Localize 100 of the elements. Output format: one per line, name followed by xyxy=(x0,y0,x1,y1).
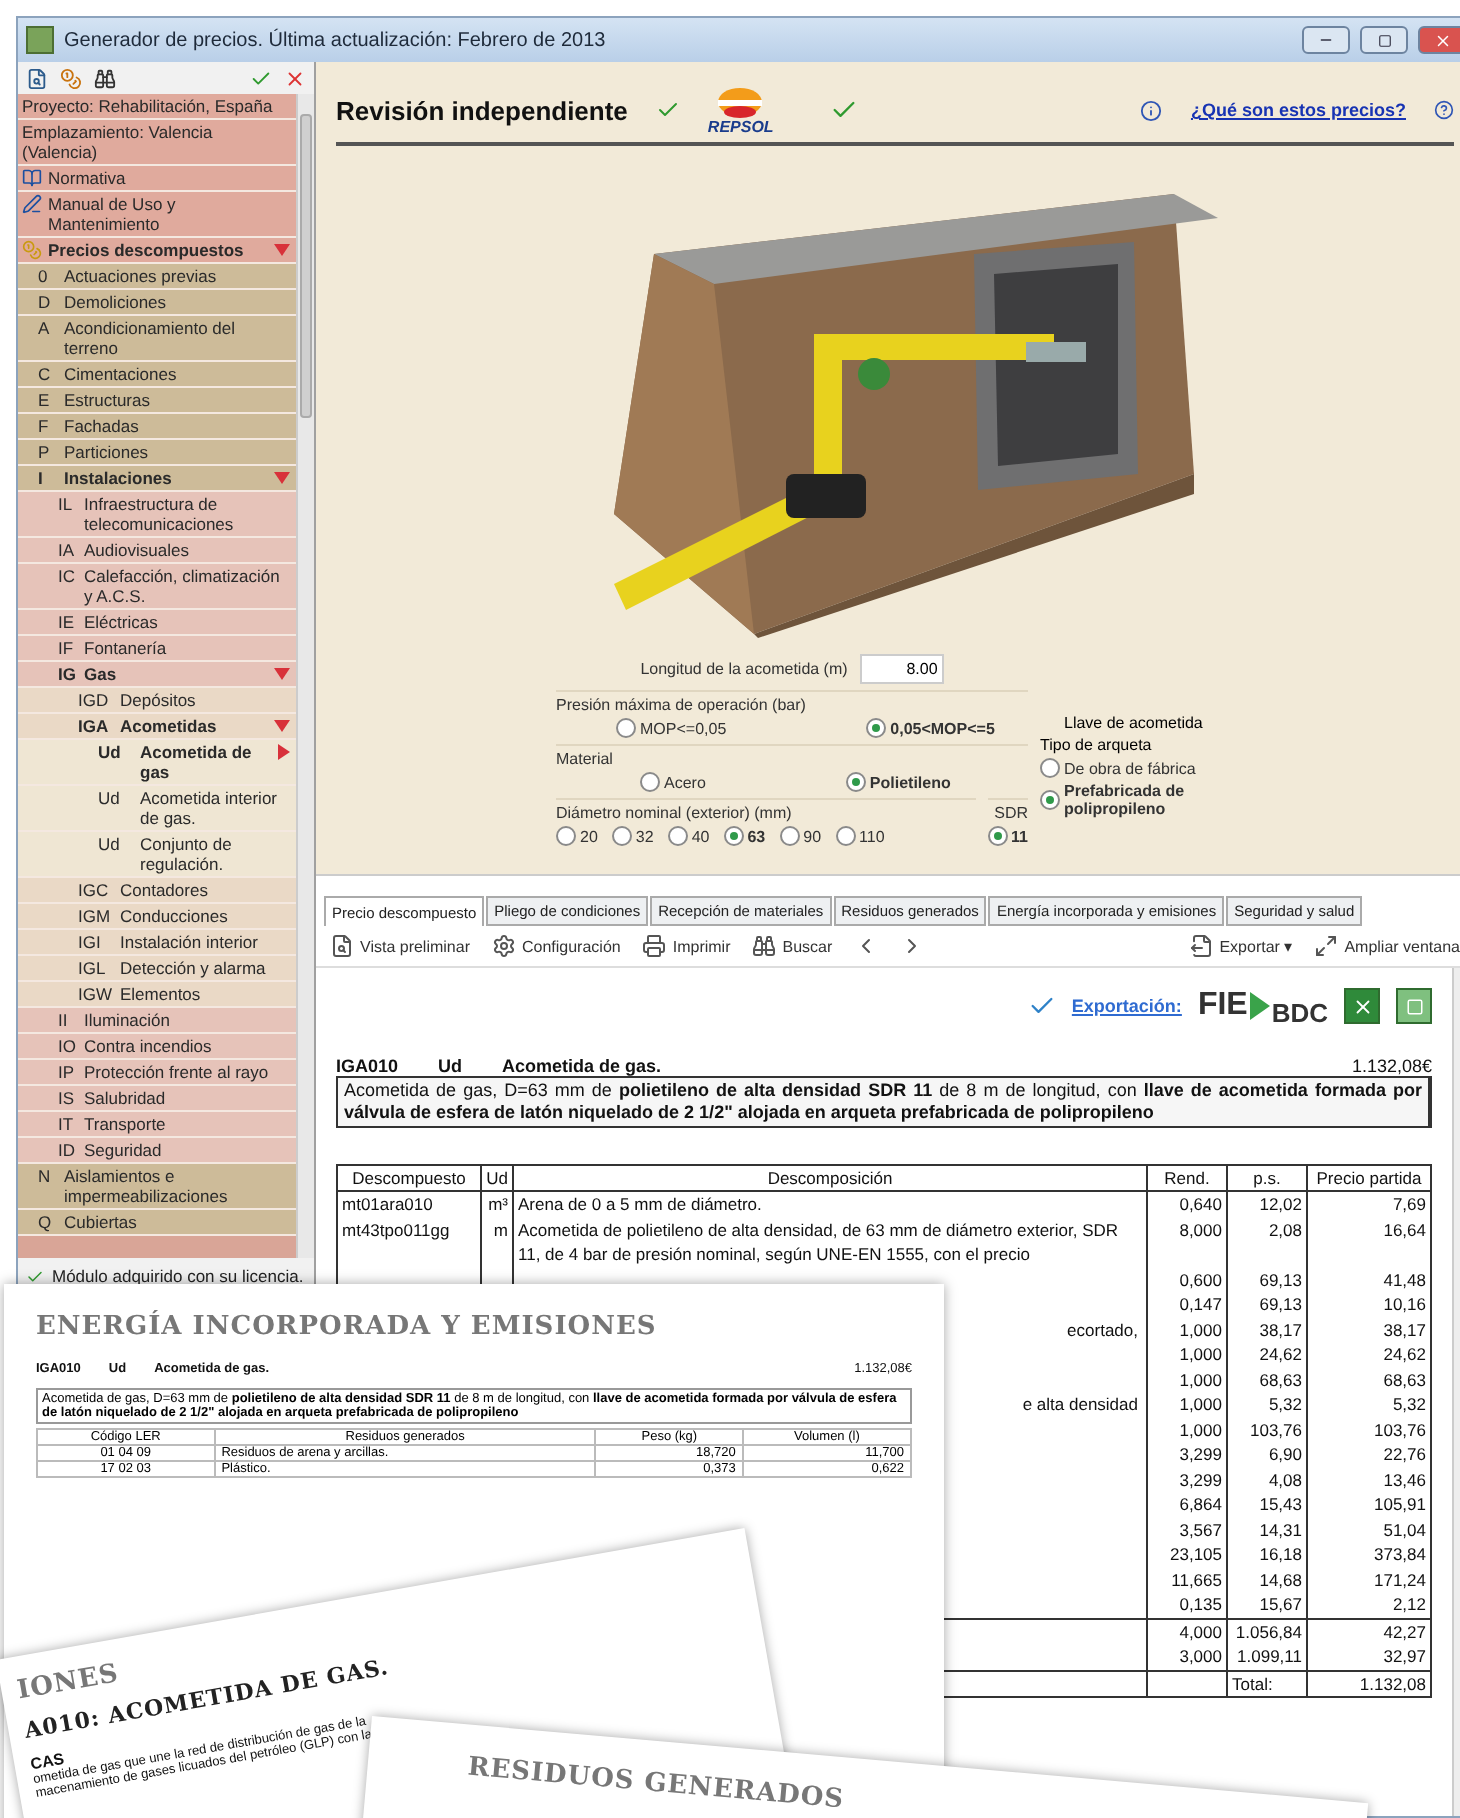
tree-item[interactable]: IG Gas xyxy=(18,662,296,688)
radio-option[interactable]: 20 xyxy=(556,826,598,846)
radio-option[interactable]: 63 xyxy=(723,826,766,846)
table-cell: 0,640 xyxy=(1147,1191,1227,1217)
table-cell: 13,46 xyxy=(1307,1467,1431,1492)
tree-item[interactable]: IGL Detección y alarma xyxy=(18,956,296,982)
table-cell: 2,08 xyxy=(1227,1217,1307,1267)
export-link[interactable]: Exportación: xyxy=(1071,996,1182,1016)
radio-option[interactable]: MOP<=0,05 xyxy=(616,718,727,738)
table-cell: 373,84 xyxy=(1307,1542,1431,1567)
tree-item[interactable]: ID Seguridad xyxy=(18,1138,296,1164)
tree-item[interactable]: IGC Contadores xyxy=(18,878,296,904)
tree-item[interactable]: D Demoliciones xyxy=(18,290,296,316)
scrollbar[interactable] xyxy=(296,94,314,1258)
toolbar-button[interactable]: Exportar ▾ xyxy=(1187,932,1295,960)
radio-option[interactable]: 110 xyxy=(835,826,885,846)
tree-item[interactable]: Manual de Uso y Mantenimiento xyxy=(18,192,296,238)
tree-item[interactable]: IGA Acometidas xyxy=(18,714,296,740)
tree-item[interactable]: I Instalaciones xyxy=(18,466,296,492)
minimize-button[interactable] xyxy=(1302,26,1350,54)
tree-item[interactable]: IS Salubridad xyxy=(18,1086,296,1112)
search-icon[interactable] xyxy=(94,67,116,89)
tree-item[interactable]: Ud Acometida de gas xyxy=(18,740,296,786)
table-cell: 10,16 xyxy=(1307,1292,1431,1317)
toolbar-button[interactable]: Configuración xyxy=(489,932,623,960)
table-cell: 171,24 xyxy=(1307,1567,1431,1592)
tree-item[interactable]: F Fachadas xyxy=(18,414,296,440)
maximize-button[interactable] xyxy=(1360,26,1408,54)
table-cell: 2,12 xyxy=(1307,1592,1431,1618)
table-cell: 5,32 xyxy=(1307,1392,1431,1417)
table-cell: mt01ara010 xyxy=(337,1191,481,1217)
help-link[interactable]: ¿Qué son estos precios? xyxy=(1190,100,1406,120)
group-label: Tipo de arqueta xyxy=(1040,736,1154,754)
tree-item[interactable]: IA Audiovisuales xyxy=(18,538,296,564)
spreadsheet-icon[interactable] xyxy=(1344,988,1380,1024)
tree-item[interactable]: Normativa xyxy=(18,166,296,192)
toolbar-button[interactable]: Buscar xyxy=(750,932,835,960)
tree-item[interactable]: P Particiones xyxy=(18,440,296,466)
panel-icon[interactable] xyxy=(26,67,48,89)
tree-item[interactable]: N Aislamientos e impermeabilizaciones xyxy=(18,1164,296,1210)
tree-item[interactable]: IL Infraestructura de telecomunicaciones xyxy=(18,492,296,538)
check-icon[interactable] xyxy=(250,67,272,89)
tree-item[interactable]: IO Contra incendios xyxy=(18,1034,296,1060)
caret-down-icon xyxy=(274,668,290,680)
tree-item[interactable]: IE Eléctricas xyxy=(18,610,296,636)
table-cell: 24,62 xyxy=(1227,1342,1307,1367)
tree-item[interactable]: Precios descompuestos xyxy=(18,238,296,264)
settings-icon xyxy=(491,934,516,958)
tree-item[interactable]: IF Fontanería xyxy=(18,636,296,662)
close-button[interactable] xyxy=(1418,26,1460,54)
radio-option[interactable]: Polietileno xyxy=(845,772,951,792)
toolbar-button[interactable]: Ampliar ventana xyxy=(1312,932,1460,960)
tree-item[interactable]: 0 Actuaciones previas xyxy=(18,264,296,290)
book-icon xyxy=(22,168,42,188)
tree-item[interactable]: Proyecto: Rehabilitación, España xyxy=(18,94,296,120)
toolbar-button[interactable]: Imprimir xyxy=(640,932,733,960)
table-cell: 105,91 xyxy=(1307,1492,1431,1517)
tree-item[interactable]: II Iluminación xyxy=(18,1008,296,1034)
radio-option[interactable]: 32 xyxy=(611,826,654,846)
radio-option[interactable]: 0,05<MOP<=5 xyxy=(866,718,995,738)
tree-item[interactable]: C Cimentaciones xyxy=(18,362,296,388)
close-icon[interactable] xyxy=(284,67,306,89)
maximize-icon xyxy=(1377,33,1391,47)
tree-item[interactable]: IGI Instalación interior xyxy=(18,930,296,956)
coins-icon[interactable] xyxy=(60,67,82,89)
spreadsheet-icon[interactable] xyxy=(1396,988,1432,1024)
tree-item[interactable]: IGM Conducciones xyxy=(18,904,296,930)
table-cell: 1.099,11 xyxy=(1227,1644,1307,1670)
table-cell: 0,600 xyxy=(1147,1267,1227,1292)
table-cell: 15,67 xyxy=(1227,1592,1307,1618)
help-icon[interactable] xyxy=(1434,100,1454,120)
tree-item[interactable]: Q Cubiertas xyxy=(18,1210,296,1236)
tree-item[interactable]: A Acondicionamiento del terreno xyxy=(18,316,296,362)
page-title: Revisión independiente xyxy=(336,95,628,125)
tree-item[interactable]: Ud Conjunto de regulación. xyxy=(18,832,296,878)
table-cell: 3,000 xyxy=(1147,1644,1227,1670)
table-cell: 42,27 xyxy=(1307,1618,1431,1644)
table-cell: 69,13 xyxy=(1227,1267,1307,1292)
radio-option[interactable]: 40 xyxy=(667,826,710,846)
radio-option[interactable]: 90 xyxy=(779,826,822,846)
tree-item[interactable]: IGD Depósitos xyxy=(18,688,296,714)
tree-item[interactable]: IGW Elementos xyxy=(18,982,296,1008)
logo-text: REPSOL xyxy=(707,117,774,135)
tree-item[interactable]: IT Transporte xyxy=(18,1112,296,1138)
radio-option[interactable]: De obra de fábrica xyxy=(1040,758,1260,778)
toolbar-button[interactable]: Vista preliminar xyxy=(328,932,472,960)
table-cell: 8,000 xyxy=(1147,1217,1227,1267)
tree-item[interactable]: Emplazamiento: Valencia (Valencia) xyxy=(18,120,296,166)
tree-item[interactable]: IC Calefacción, climatización y A.C.S. xyxy=(18,564,296,610)
radio-option[interactable]: Acero xyxy=(640,772,706,792)
tree-item[interactable]: E Estructuras xyxy=(18,388,296,414)
check-icon xyxy=(655,98,680,122)
tree-item[interactable]: Ud Acometida interior de gas. xyxy=(18,786,296,832)
column-header: Precio partida xyxy=(1307,1165,1431,1191)
table-cell: 7,69 xyxy=(1307,1191,1431,1217)
length-field[interactable]: 8.00 xyxy=(859,654,944,684)
column-header: p.s. xyxy=(1227,1165,1307,1191)
radio-option[interactable]: Prefabricada de polipropileno xyxy=(1040,782,1260,818)
table-cell: 3,567 xyxy=(1147,1517,1227,1542)
tree-item[interactable]: IP Protección frente al rayo xyxy=(18,1060,296,1086)
